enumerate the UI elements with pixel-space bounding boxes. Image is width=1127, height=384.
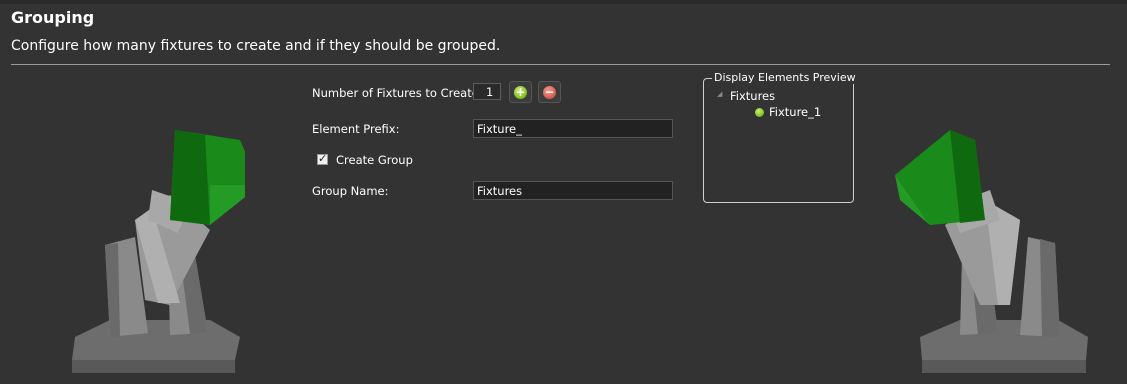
minus-circle-icon: − bbox=[543, 85, 556, 99]
increment-fixtures-button[interactable]: + bbox=[509, 81, 532, 103]
page-subtitle: Configure how many fixtures to create an… bbox=[11, 38, 501, 54]
fixture-count-input[interactable]: 1 bbox=[473, 83, 501, 100]
tree-item-fixture-1[interactable]: Fixture_1 bbox=[769, 105, 821, 119]
page-title: Grouping bbox=[11, 8, 95, 27]
element-prefix-label: Element Prefix: bbox=[312, 122, 400, 136]
top-strip bbox=[0, 0, 1127, 4]
create-group-label: Create Group bbox=[336, 153, 413, 167]
right-moving-head-light-icon bbox=[895, 130, 1088, 373]
left-moving-head-light-icon bbox=[72, 130, 245, 373]
group-name-label: Group Name: bbox=[312, 184, 389, 198]
tree-expand-icon[interactable]: ◢ bbox=[717, 90, 722, 98]
checkmark-icon: ✓ bbox=[318, 152, 328, 165]
preview-title: Display Elements Preview bbox=[712, 71, 858, 84]
create-group-checkbox[interactable]: ✓ bbox=[317, 152, 328, 165]
plus-circle-icon: + bbox=[514, 85, 527, 99]
decrement-fixtures-button[interactable]: − bbox=[538, 81, 561, 103]
display-elements-preview bbox=[703, 78, 854, 203]
header-divider bbox=[11, 64, 1110, 65]
tree-item-fixtures[interactable]: Fixtures bbox=[730, 89, 775, 103]
group-name-input[interactable] bbox=[473, 181, 673, 200]
element-prefix-input[interactable] bbox=[473, 119, 673, 138]
fixture-count-label: Number of Fixtures to Create: bbox=[312, 86, 483, 100]
green-dot-icon bbox=[755, 108, 764, 117]
